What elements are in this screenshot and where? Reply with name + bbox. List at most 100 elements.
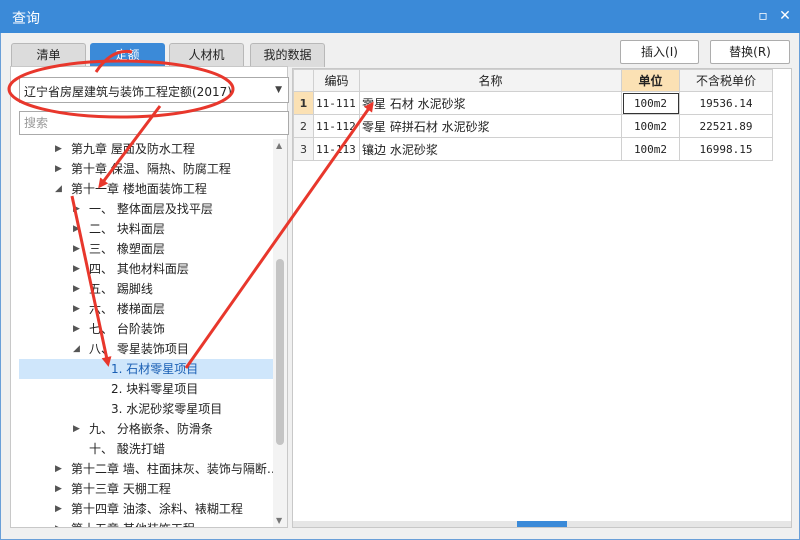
expand-arrow-icon[interactable]: ▶ [73,199,80,219]
expand-arrow-icon[interactable]: ▶ [55,519,62,527]
quota-code[interactable]: 11-112 [313,114,360,138]
tree-node[interactable]: ▶ 第十章 保温、隔热、防腐工程 [19,159,273,179]
tree-node-label: 六、 楼梯面层 [89,302,165,316]
tab-quota[interactable]: 定额 [90,43,165,67]
quota-unit[interactable]: 100m2 [621,91,680,115]
insert-button[interactable]: 插入(I) [620,40,699,64]
tree-node[interactable]: ▶ 六、 楼梯面层 [19,299,273,319]
tree-node[interactable]: ▶ 二、 块料面层 [19,219,273,239]
tree-node[interactable]: ▶ 第九章 屋面及防水工程 [19,139,273,159]
quota-name[interactable]: 镶边 水泥砂浆 [359,137,622,161]
library-select[interactable]: 辽宁省房屋建筑与装饰工程定额(2017) ▼ [19,77,289,103]
expand-arrow-icon[interactable]: ▶ [73,299,80,319]
tree-scrollbar[interactable]: ▲ ▼ [273,139,287,527]
search-input[interactable] [19,111,289,135]
tree-node-label: 四、 其他材料面层 [89,262,189,276]
expand-arrow-icon[interactable]: ▶ [55,139,62,159]
tree-node-label: 2. 块料零星项目 [111,382,199,396]
column-header-price[interactable]: 不含税单价 [679,69,773,92]
collapse-arrow-icon[interactable]: ◢ [73,339,80,359]
tab-labor-material-machine[interactable]: 人材机 [169,43,244,67]
expand-arrow-icon[interactable]: ▶ [73,279,80,299]
tree-node-label: 第十章 保温、隔热、防腐工程 [71,162,231,176]
column-header-name[interactable]: 名称 [359,69,622,92]
expand-arrow-icon[interactable]: ▶ [55,459,62,479]
tree-node[interactable]: ◢ 第十一章 楼地面装饰工程 [19,179,273,199]
tree-node-label: 九、 分格嵌条、防滑条 [89,422,213,436]
tree-node[interactable]: 3. 水泥砂浆零星项目 [19,399,273,419]
tree-node[interactable]: ▶ 一、 整体面层及找平层 [19,199,273,219]
restore-icon[interactable]: ▫ [752,6,774,26]
tree-node[interactable]: ▶ 九、 分格嵌条、防滑条 [19,419,273,439]
tree-node[interactable]: ◢ 八、 零星装饰项目 [19,339,273,359]
tree-node-label: 第九章 屋面及防水工程 [71,142,195,156]
chevron-down-icon[interactable]: ▼ [275,85,282,95]
row-number: 1 [293,91,314,115]
quota-code[interactable]: 11-113 [313,137,360,161]
window-title: 查询 [12,11,40,27]
quota-table: 编码 名称 单位 不含税单价 1 11-111 零星 石材 水泥砂浆 100m2… [293,69,773,161]
tree-node[interactable]: ▶ 五、 踢脚线 [19,279,273,299]
collapse-arrow-icon[interactable]: ◢ [55,179,62,199]
quota-grid: 编码 名称 单位 不含税单价 1 11-111 零星 石材 水泥砂浆 100m2… [292,68,792,528]
tree-node-label: 第十五章 其他装饰工程 [71,519,195,527]
tree-node[interactable]: 十、 酸洗打蜡 [19,439,273,459]
title-bar: 查询 ▫ ✕ [0,0,800,33]
expand-arrow-icon[interactable]: ▶ [73,319,80,339]
scroll-down-icon[interactable]: ▼ [276,516,282,525]
grid-scrollbar[interactable] [293,521,791,527]
expand-arrow-icon[interactable]: ▶ [55,479,62,499]
quota-code[interactable]: 11-111 [313,91,360,115]
quota-price[interactable]: 19536.14 [679,91,773,115]
expand-arrow-icon[interactable]: ▶ [55,159,62,179]
tree-node[interactable]: ▶ 第十四章 油漆、涂料、裱糊工程 [19,499,273,519]
column-header-code[interactable]: 编码 [313,69,360,92]
tree-node-label: 3. 水泥砂浆零星项目 [111,402,223,416]
tree-node-label: 第十二章 墙、柱面抹灰、装饰与隔断… [71,462,273,476]
table-row[interactable]: 2 11-112 零星 碎拼石材 水泥砂浆 100m2 22521.89 [293,114,773,138]
quota-price[interactable]: 16998.15 [679,137,773,161]
tree-node[interactable]: ▶ 第十二章 墙、柱面抹灰、装饰与隔断… [19,459,273,479]
tree-node[interactable]: ▶ 四、 其他材料面层 [19,259,273,279]
scrollbar-thumb[interactable] [276,259,284,445]
expand-arrow-icon[interactable]: ▶ [73,239,80,259]
tree-node-label: 第十三章 天棚工程 [71,482,171,496]
tab-my-data[interactable]: 我的数据 [250,43,325,67]
tree-node-label: 二、 块料面层 [89,222,165,236]
chapter-tree: ▶ 第九章 屋面及防水工程 ▶ 第十章 保温、隔热、防腐工程 ◢ 第十一章 楼地面装饰工程… [11,139,273,527]
quota-price[interactable]: 22521.89 [679,114,773,138]
tree-node-label: 八、 零星装饰项目 [89,342,189,356]
tree-node-label: 一、 整体面层及找平层 [89,202,213,216]
expand-arrow-icon[interactable]: ▶ [73,259,80,279]
tree-node-label: 三、 橡塑面层 [89,242,165,256]
tree-node-label: 第十四章 油漆、涂料、裱糊工程 [71,502,243,516]
expand-arrow-icon[interactable]: ▶ [55,499,62,519]
quota-unit[interactable]: 100m2 [621,137,680,161]
replace-button[interactable]: 替换(R) [710,40,790,64]
column-header-unit[interactable]: 单位 [621,69,680,92]
tree-node[interactable]: ▶ 七、 台阶装饰 [19,319,273,339]
quota-name[interactable]: 零星 碎拼石材 水泥砂浆 [359,114,622,138]
tree-node[interactable]: ▶ 第十五章 其他装饰工程 [19,519,273,527]
table-row[interactable]: 1 11-111 零星 石材 水泥砂浆 100m2 19536.14 [293,91,773,115]
row-number: 2 [293,114,314,138]
expand-arrow-icon[interactable]: ▶ [73,219,80,239]
scrollbar-grip[interactable] [517,521,567,527]
expand-arrow-icon[interactable]: ▶ [73,419,80,439]
table-row[interactable]: 3 11-113 镶边 水泥砂浆 100m2 16998.15 [293,137,773,161]
quota-unit[interactable]: 100m2 [621,114,680,138]
tree-node-label: 十、 酸洗打蜡 [89,442,165,456]
tree-node[interactable]: 1. 石材零星项目 [19,359,273,379]
quota-name[interactable]: 零星 石材 水泥砂浆 [359,91,622,115]
tree-node-label: 1. 石材零星项目 [111,362,199,376]
tab-bill[interactable]: 清单 [11,43,86,67]
scroll-up-icon[interactable]: ▲ [276,141,282,150]
tree-node[interactable]: ▶ 第十三章 天棚工程 [19,479,273,499]
tree-node-label: 五、 踢脚线 [89,282,153,296]
tree-node[interactable]: 2. 块料零星项目 [19,379,273,399]
tree-node-label: 第十一章 楼地面装饰工程 [71,182,207,196]
quota-library-pane: 辽宁省房屋建筑与装饰工程定额(2017) ▼ ▶ 第九章 屋面及防水工程 ▶ 第十章 … [10,66,289,528]
tree-node[interactable]: ▶ 三、 橡塑面层 [19,239,273,259]
close-icon[interactable]: ✕ [774,6,796,26]
row-number-header [293,69,314,92]
